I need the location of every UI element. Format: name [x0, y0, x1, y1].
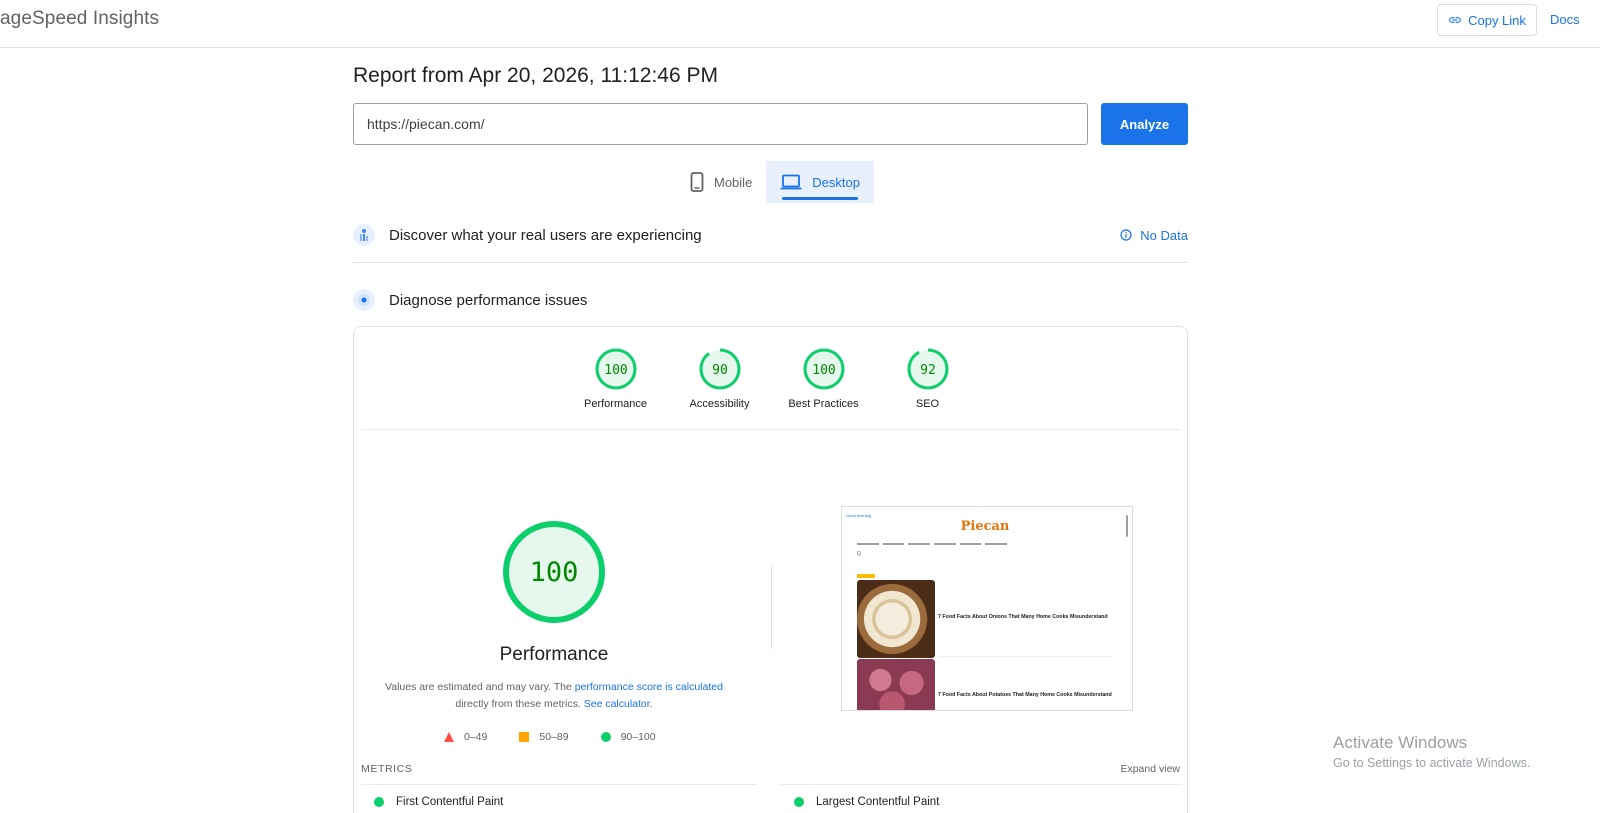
vertical-separator	[771, 565, 772, 649]
copy-link-label: Copy Link	[1468, 12, 1526, 28]
gauge-seo[interactable]: 92 SEO	[876, 347, 980, 410]
gauge-value: 90	[712, 363, 728, 378]
docs-link[interactable]: Docs	[1550, 12, 1580, 27]
report-title: Report from Apr 20, 2026, 11:12:46 PM	[353, 64, 718, 87]
gauge-label: Best Practices	[788, 398, 859, 410]
orange-square-icon	[519, 732, 530, 742]
expand-view-toggle[interactable]: Expand view	[1120, 763, 1180, 775]
screenshot-rule	[938, 656, 1113, 657]
gauge-accessibility[interactable]: 90 Accessibility	[668, 347, 772, 410]
info-icon	[1120, 229, 1132, 241]
see-calculator-link[interactable]: See calculator	[584, 698, 650, 710]
tab-desktop[interactable]: Desktop	[766, 161, 874, 203]
performance-score-value: 100	[530, 557, 579, 588]
score-legend: 0–49 50–89 90–100	[444, 731, 656, 743]
diagnose-section: Diagnose performance issues	[353, 283, 1188, 317]
metrics-rule-left	[361, 784, 757, 785]
device-tabs: Mobile Desktop	[676, 161, 874, 203]
url-input[interactable]	[353, 103, 1088, 145]
red-triangle-icon	[444, 732, 454, 742]
screenshot-greeting: Good evening	[846, 513, 871, 518]
gauge-value: 100	[812, 363, 835, 378]
diagnose-title: Diagnose performance issues	[389, 291, 588, 309]
analyze-button[interactable]: Analyze	[1101, 103, 1188, 145]
note-text-2: directly from these metrics.	[455, 698, 584, 710]
note-text-1: Values are estimated and may vary. The	[385, 681, 575, 693]
legend-average-range: 50–89	[539, 731, 569, 743]
gauge-ring: 100	[803, 348, 844, 390]
performance-label: Performance	[499, 644, 609, 665]
gauge-label: Performance	[584, 398, 647, 410]
legend-fail: 0–49	[444, 731, 487, 743]
screenshot-caption-2: 7 Food Facts About Potatoes That Many Ho…	[938, 692, 1112, 698]
screenshot-scrollbar	[1126, 515, 1128, 537]
gauge-value: 92	[920, 363, 936, 378]
gauge-best-practices[interactable]: 100 Best Practices	[772, 347, 876, 410]
legend-average: 50–89	[519, 731, 569, 743]
field-data-title: Discover what your real users are experi…	[389, 226, 702, 244]
green-circle-icon	[794, 797, 804, 807]
legend-pass-range: 90–100	[620, 731, 656, 743]
performance-gauge: 100	[501, 519, 607, 630]
lighthouse-report-card: 100 Performance 90 Accessibility 100 Best Pra…	[353, 326, 1188, 813]
field-data-section: Discover what your real users are experi…	[353, 218, 1188, 252]
laptop-icon	[780, 174, 802, 190]
gauge-ring: 90	[699, 348, 740, 390]
note-text-3: .	[649, 698, 653, 710]
no-data-indicator[interactable]: No Data	[1120, 228, 1188, 243]
metric-fcp: First Contentful Paint	[374, 796, 503, 808]
card-divider	[361, 429, 1181, 430]
onion-image	[857, 580, 935, 658]
performance-score-link[interactable]: performance score is calculated	[575, 681, 723, 693]
top-bar: ageSpeed Insights Copy Link Docs	[0, 0, 1600, 48]
legend-fail-range: 0–49	[464, 731, 488, 743]
diagnose-icon	[353, 289, 375, 311]
metric-lcp: Largest Contentful Paint	[794, 796, 939, 808]
activate-windows-hint: Go to Settings to activate Windows.	[1333, 756, 1531, 770]
screenshot-tag	[857, 574, 875, 578]
copy-link-button[interactable]: Copy Link	[1437, 4, 1537, 36]
tab-desktop-label: Desktop	[812, 174, 860, 190]
smartphone-icon	[690, 172, 704, 192]
gauge-value: 100	[604, 363, 627, 378]
screenshot-nav	[857, 543, 1008, 546]
tab-mobile[interactable]: Mobile	[676, 161, 766, 203]
link-icon	[1449, 17, 1461, 23]
tab-mobile-label: Mobile	[714, 174, 753, 190]
screenshot-search: Q	[857, 551, 861, 557]
potato-image	[857, 659, 935, 710]
page-screenshot[interactable]: Good evening Piecan Q 7 Food Facts About…	[841, 506, 1133, 711]
score-note: Values are estimated and may vary. The p…	[374, 679, 734, 713]
metric-fcp-name: First Contentful Paint	[396, 796, 504, 808]
green-circle-icon	[600, 732, 611, 742]
gauge-label: Accessibility	[689, 398, 750, 410]
no-data-label: No Data	[1140, 227, 1188, 243]
activate-windows-title: Activate Windows	[1333, 733, 1468, 752]
screenshot-caption-1: 7 Food Facts About Onions That Many Home…	[938, 614, 1108, 620]
metrics-rule-right	[781, 784, 1182, 785]
legend-pass: 90–100	[600, 731, 656, 743]
gauge-performance[interactable]: 100 Performance	[564, 347, 668, 410]
section-divider	[353, 262, 1188, 263]
metric-lcp-name: Largest Contentful Paint	[816, 796, 940, 808]
gauge-ring: 92	[907, 348, 948, 390]
screenshot-logo: Piecan	[960, 519, 1010, 534]
brand-title[interactable]: ageSpeed Insights	[0, 8, 159, 30]
gauge-label: SEO	[915, 398, 940, 410]
score-gauges: 100 Performance 90 Accessibility 100 Best Pra…	[354, 347, 1189, 410]
users-chart-icon	[353, 224, 375, 246]
metrics-heading: METRICS	[361, 763, 413, 775]
green-circle-icon	[374, 797, 384, 807]
gauge-ring: 100	[595, 348, 636, 390]
